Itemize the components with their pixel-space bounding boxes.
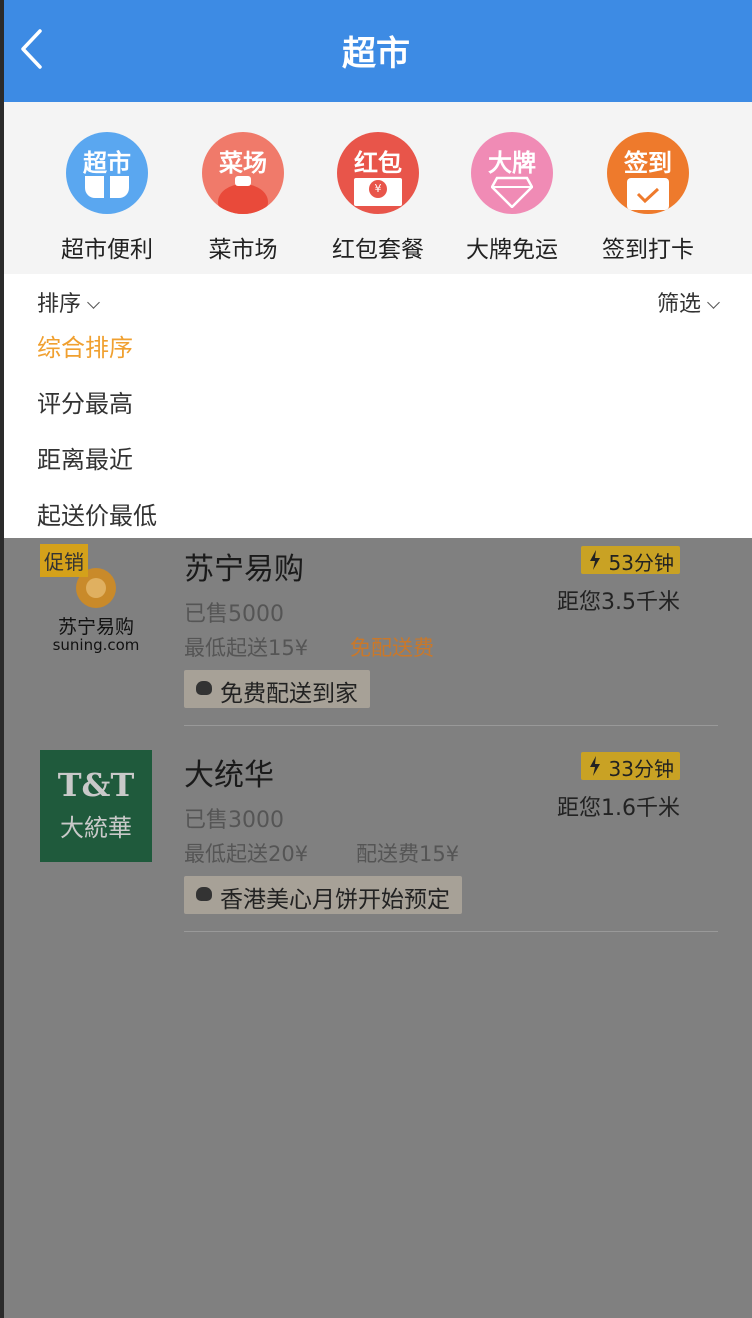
- chevron-down-icon: [87, 296, 100, 309]
- category-label: 签到打卡: [602, 237, 694, 263]
- page-title: 超市: [342, 34, 410, 74]
- category-label: 大牌免运: [466, 237, 558, 263]
- store-sold: 已售5000: [184, 602, 284, 627]
- filter-toggle[interactable]: 筛选: [656, 286, 720, 318]
- red-packet-icon: 红包 ¥: [337, 132, 419, 214]
- lightning-icon: [589, 756, 600, 776]
- min-order: 最低起送15¥: [184, 636, 309, 660]
- store-sold: 已售3000: [184, 808, 284, 833]
- store-name: 苏宁易购: [184, 552, 304, 587]
- category-check-in[interactable]: 签到 签到打卡: [588, 132, 708, 264]
- sort-label: 排序: [37, 292, 82, 317]
- sort-option-comprehensive[interactable]: 综合排序: [37, 328, 133, 363]
- top-nav-bar: 超市: [0, 0, 752, 102]
- category-vegetable-market[interactable]: 菜场 菜市场: [183, 132, 303, 264]
- category-label: 超市便利: [61, 237, 153, 263]
- store-distance: 距您1.6千米: [557, 796, 680, 821]
- delivery-time: 53分钟: [580, 546, 680, 575]
- sort-dropdown: 排序 筛选 综合排序 评分最高 距离最近 起送价最低: [4, 274, 752, 538]
- sort-option-min-order[interactable]: 起送价最低: [37, 496, 157, 531]
- store-distance: 距您3.5千米: [557, 590, 680, 615]
- sort-option-rating[interactable]: 评分最高: [37, 384, 133, 419]
- delivery-time: 33分钟: [580, 752, 680, 781]
- calendar-check-icon: 签到: [607, 132, 689, 214]
- chevron-down-icon: [707, 296, 720, 309]
- store-list: 苏宁易购 suning.com 促销 苏宁易购 已售5000 最低起送15¥ 免…: [4, 538, 752, 1318]
- store-tag: 香港美心月饼开始预定: [184, 876, 462, 914]
- category-label: 红包套餐: [332, 237, 424, 263]
- lightning-icon: [589, 550, 600, 570]
- store-logo: T&T 大統華: [40, 750, 152, 862]
- category-label: 菜市场: [208, 237, 278, 263]
- store-name: 大统华: [184, 758, 274, 793]
- diamond-icon: 大牌: [471, 132, 553, 214]
- promo-badge: 促销: [40, 544, 88, 577]
- sort-toggle[interactable]: 排序: [37, 286, 100, 318]
- store-item[interactable]: 苏宁易购 suning.com 促销 苏宁易购 已售5000 最低起送15¥ 免…: [4, 538, 752, 728]
- category-red-packet[interactable]: 红包 ¥ 红包套餐: [318, 132, 438, 264]
- divider: [184, 931, 718, 932]
- badge-icon: [196, 887, 212, 901]
- category-big-brand[interactable]: 大牌 大牌免运: [452, 132, 572, 264]
- min-order: 最低起送20¥: [184, 842, 309, 866]
- divider: [184, 725, 718, 726]
- window-edge: [0, 0, 4, 1318]
- delivery-fee: 配送费15¥: [356, 842, 460, 866]
- supermarket-icon: 超市: [66, 132, 148, 214]
- filter-label: 筛选: [656, 292, 701, 317]
- store-tag: 免费配送到家: [184, 670, 370, 708]
- sort-option-distance[interactable]: 距离最近: [37, 440, 133, 475]
- badge-icon: [196, 681, 212, 695]
- store-item[interactable]: T&T 大統華 大统华 已售3000 最低起送20¥ 配送费15¥ 香港美心月饼…: [4, 744, 752, 934]
- delivery-fee: 免配送费: [350, 636, 434, 660]
- category-supermarket[interactable]: 超市 超市便利: [47, 132, 167, 264]
- category-bar: 超市 超市便利 菜场 菜市场 红包 ¥ 红包套餐 大牌 大牌免运 签到 签到打卡: [4, 102, 752, 274]
- vegetable-market-icon: 菜场: [202, 132, 284, 214]
